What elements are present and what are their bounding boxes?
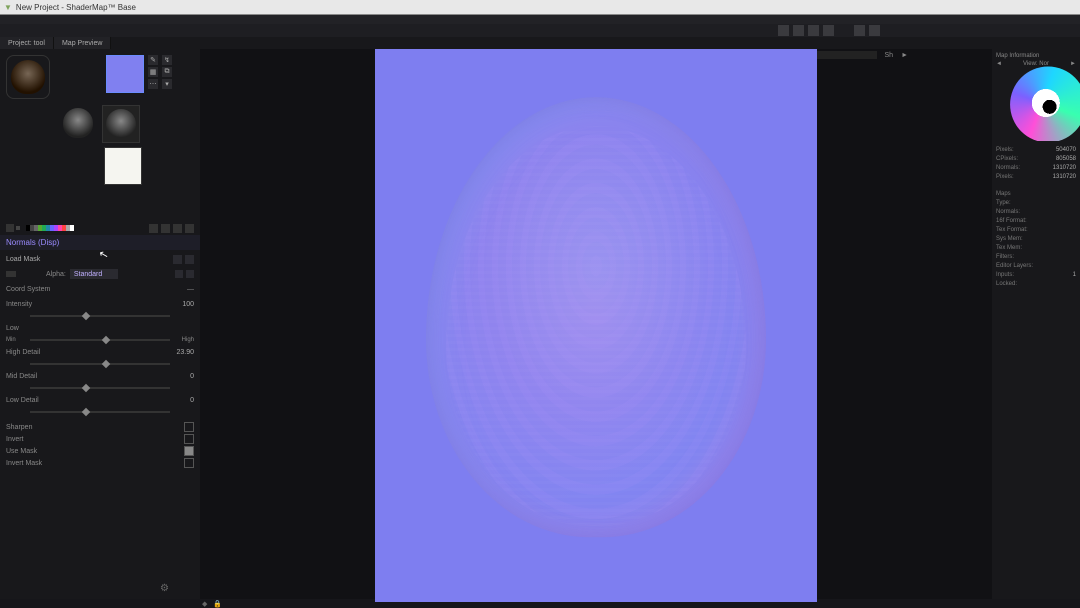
- app-icon: ▼: [4, 3, 12, 12]
- check-use-mask[interactable]: Use Mask: [6, 445, 194, 457]
- palette-tool-a-icon[interactable]: [149, 224, 158, 233]
- check-invert-mask[interactable]: Invert Mask: [6, 457, 194, 469]
- right-panel: Map Information ◄ View: Nor ► Pixels:504…: [992, 49, 1080, 599]
- coord-label: Coord System: [6, 286, 56, 293]
- window-title: New Project - ShaderMap™ Base: [16, 3, 136, 12]
- palette-dot[interactable]: [16, 226, 20, 230]
- alpha-dropdown[interactable]: Standard: [70, 269, 118, 279]
- toolbar-open-icon[interactable]: [793, 25, 804, 36]
- footer-lock-icon[interactable]: 🔒: [213, 600, 222, 608]
- tab-project[interactable]: Project: tool: [0, 37, 54, 49]
- left-panel: ✎ ▦ ⋯ ↯ ⧉ ▾: [0, 49, 200, 599]
- source-thumb[interactable]: [6, 55, 50, 99]
- slider-track[interactable]: [30, 313, 170, 319]
- right-header: Map Information: [996, 53, 1039, 59]
- check-invert[interactable]: Invert: [6, 433, 194, 445]
- tab-bar: Project: tool Map Preview: [0, 37, 1080, 49]
- alpha-label: Alpha:: [46, 271, 66, 278]
- tab-map-preview[interactable]: Map Preview: [54, 37, 111, 49]
- mask-swatch[interactable]: [6, 271, 16, 277]
- alpha-icon-a[interactable]: [175, 270, 183, 278]
- footer-icon-a[interactable]: ◆: [202, 600, 207, 608]
- menubar[interactable]: [0, 15, 1080, 24]
- toolbar-export-icon[interactable]: [823, 25, 834, 36]
- grey-thumb-a[interactable]: [60, 105, 96, 141]
- gear-icon[interactable]: ⚙: [160, 583, 169, 594]
- thumb-tool-f-icon[interactable]: ▾: [162, 79, 172, 89]
- thumb-tool-d-icon[interactable]: ↯: [162, 55, 172, 65]
- swatch[interactable]: [70, 225, 74, 231]
- palette: [0, 221, 200, 235]
- check-sharpen[interactable]: Sharpen: [6, 421, 194, 433]
- thumb-tool-e-icon[interactable]: ⧉: [162, 67, 172, 77]
- normal-sphere-viz[interactable]: [1004, 65, 1080, 141]
- slider-low-detail: Low Detail0: [6, 394, 194, 406]
- play-icon[interactable]: ►: [901, 52, 908, 59]
- thumb-tool-b-icon[interactable]: ▦: [148, 67, 158, 77]
- viewport[interactable]: ↶ Undo Sh ►: [200, 49, 992, 599]
- slider-high-detail: High Detail23.90: [6, 346, 194, 358]
- coord-value[interactable]: —: [187, 286, 194, 293]
- slider-low: Low: [6, 322, 194, 334]
- top-dropdown[interactable]: [817, 51, 877, 59]
- slider-intensity: Intensity100: [6, 298, 194, 310]
- sh-label[interactable]: Sh: [885, 52, 894, 59]
- slider-track[interactable]: [30, 409, 170, 415]
- toolbar-new-icon[interactable]: [778, 25, 789, 36]
- palette-tool-c-icon[interactable]: [173, 224, 182, 233]
- window-titlebar: ▼ New Project - ShaderMap™ Base: [0, 0, 1080, 15]
- load-mask-label: Load Mask: [6, 256, 40, 263]
- toolbar-save-icon[interactable]: [808, 25, 819, 36]
- view-value[interactable]: Nor: [1039, 61, 1049, 67]
- slider-track[interactable]: [30, 385, 170, 391]
- toolbar-link-icon[interactable]: [854, 25, 865, 36]
- slider-track[interactable]: [30, 361, 170, 367]
- slider-track[interactable]: [30, 337, 170, 343]
- slider-mid-detail: Mid Detail0: [6, 370, 194, 382]
- mask-icon-a[interactable]: [173, 255, 182, 264]
- alpha-icon-b[interactable]: [186, 270, 194, 278]
- mask-icon-b[interactable]: [185, 255, 194, 264]
- grey-thumb-b[interactable]: [102, 105, 140, 143]
- normal-map-preview: [375, 49, 817, 602]
- palette-tool-b-icon[interactable]: [161, 224, 170, 233]
- top-toolbar: [0, 24, 1080, 37]
- white-thumb[interactable]: [104, 147, 142, 185]
- thumb-tool-a-icon[interactable]: ✎: [148, 55, 158, 65]
- panel-title: Normals (Disp): [0, 235, 200, 250]
- normal-map-thumb[interactable]: [106, 55, 144, 93]
- thumb-tool-c-icon[interactable]: ⋯: [148, 79, 158, 89]
- color-swatches[interactable]: [26, 225, 74, 231]
- palette-tool-d-icon[interactable]: [185, 224, 194, 233]
- toolbar-refresh-icon[interactable]: [869, 25, 880, 36]
- grid-toggle-icon[interactable]: [6, 224, 14, 232]
